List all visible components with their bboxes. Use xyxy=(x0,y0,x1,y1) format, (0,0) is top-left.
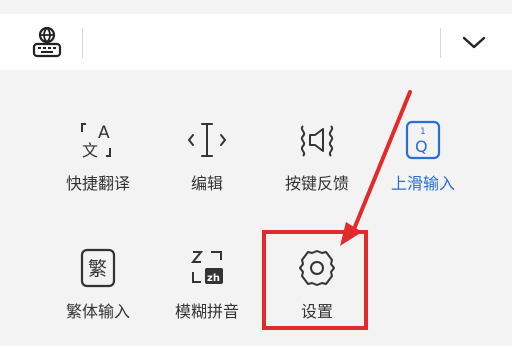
keyboard-toolbar xyxy=(0,14,512,70)
menu-item-fuzzy-pinyin[interactable]: zh 模糊拼音 xyxy=(152,246,262,346)
toolbar-divider xyxy=(82,28,83,58)
menu-item-label: 按键反馈 xyxy=(284,174,349,193)
menu-item-label: 设置 xyxy=(300,302,333,321)
menu-item-swipe-up-input[interactable]: 1 Q 上滑输入 xyxy=(368,118,478,218)
function-grid: A 文 快捷翻译 编辑 按键反馈 1 Q 上滑输入 繁 繁体输入 zh 模糊拼音… xyxy=(0,100,512,335)
chevron-down-icon[interactable] xyxy=(460,30,488,54)
swipe-letter: Q xyxy=(415,137,428,156)
fuzzy-pinyin-icon: zh xyxy=(190,251,223,284)
keyboard-globe-icon[interactable] xyxy=(30,26,64,58)
traditional-chinese-icon: 繁 xyxy=(80,248,116,288)
menu-item-edit[interactable]: 编辑 xyxy=(152,118,262,218)
translate-letter-a: A xyxy=(98,123,110,143)
toolbar-divider xyxy=(440,28,441,58)
traditional-char: 繁 xyxy=(88,258,107,280)
menu-item-label: 繁体输入 xyxy=(65,302,130,321)
menu-item-settings[interactable]: 设置 xyxy=(262,246,372,346)
settings-gear-icon xyxy=(299,250,335,286)
menu-item-quick-translate[interactable]: A 文 快捷翻译 xyxy=(43,118,153,218)
menu-item-label: 上滑输入 xyxy=(390,174,455,193)
text-cursor-icon xyxy=(187,123,227,157)
swipe-up-input-icon: 1 Q xyxy=(405,120,441,160)
menu-item-label: 快捷翻译 xyxy=(65,174,130,193)
menu-item-label: 模糊拼音 xyxy=(174,302,239,321)
translate-icon: A 文 xyxy=(81,123,111,160)
swipe-digit: 1 xyxy=(420,127,426,137)
menu-item-key-feedback[interactable]: 按键反馈 xyxy=(262,118,372,218)
translate-char-wen: 文 xyxy=(82,141,98,160)
menu-item-traditional-input[interactable]: 繁 繁体输入 xyxy=(43,246,153,346)
key-feedback-icon xyxy=(300,125,334,157)
fuzzy-badge: zh xyxy=(207,273,220,284)
menu-item-label: 编辑 xyxy=(190,174,223,193)
